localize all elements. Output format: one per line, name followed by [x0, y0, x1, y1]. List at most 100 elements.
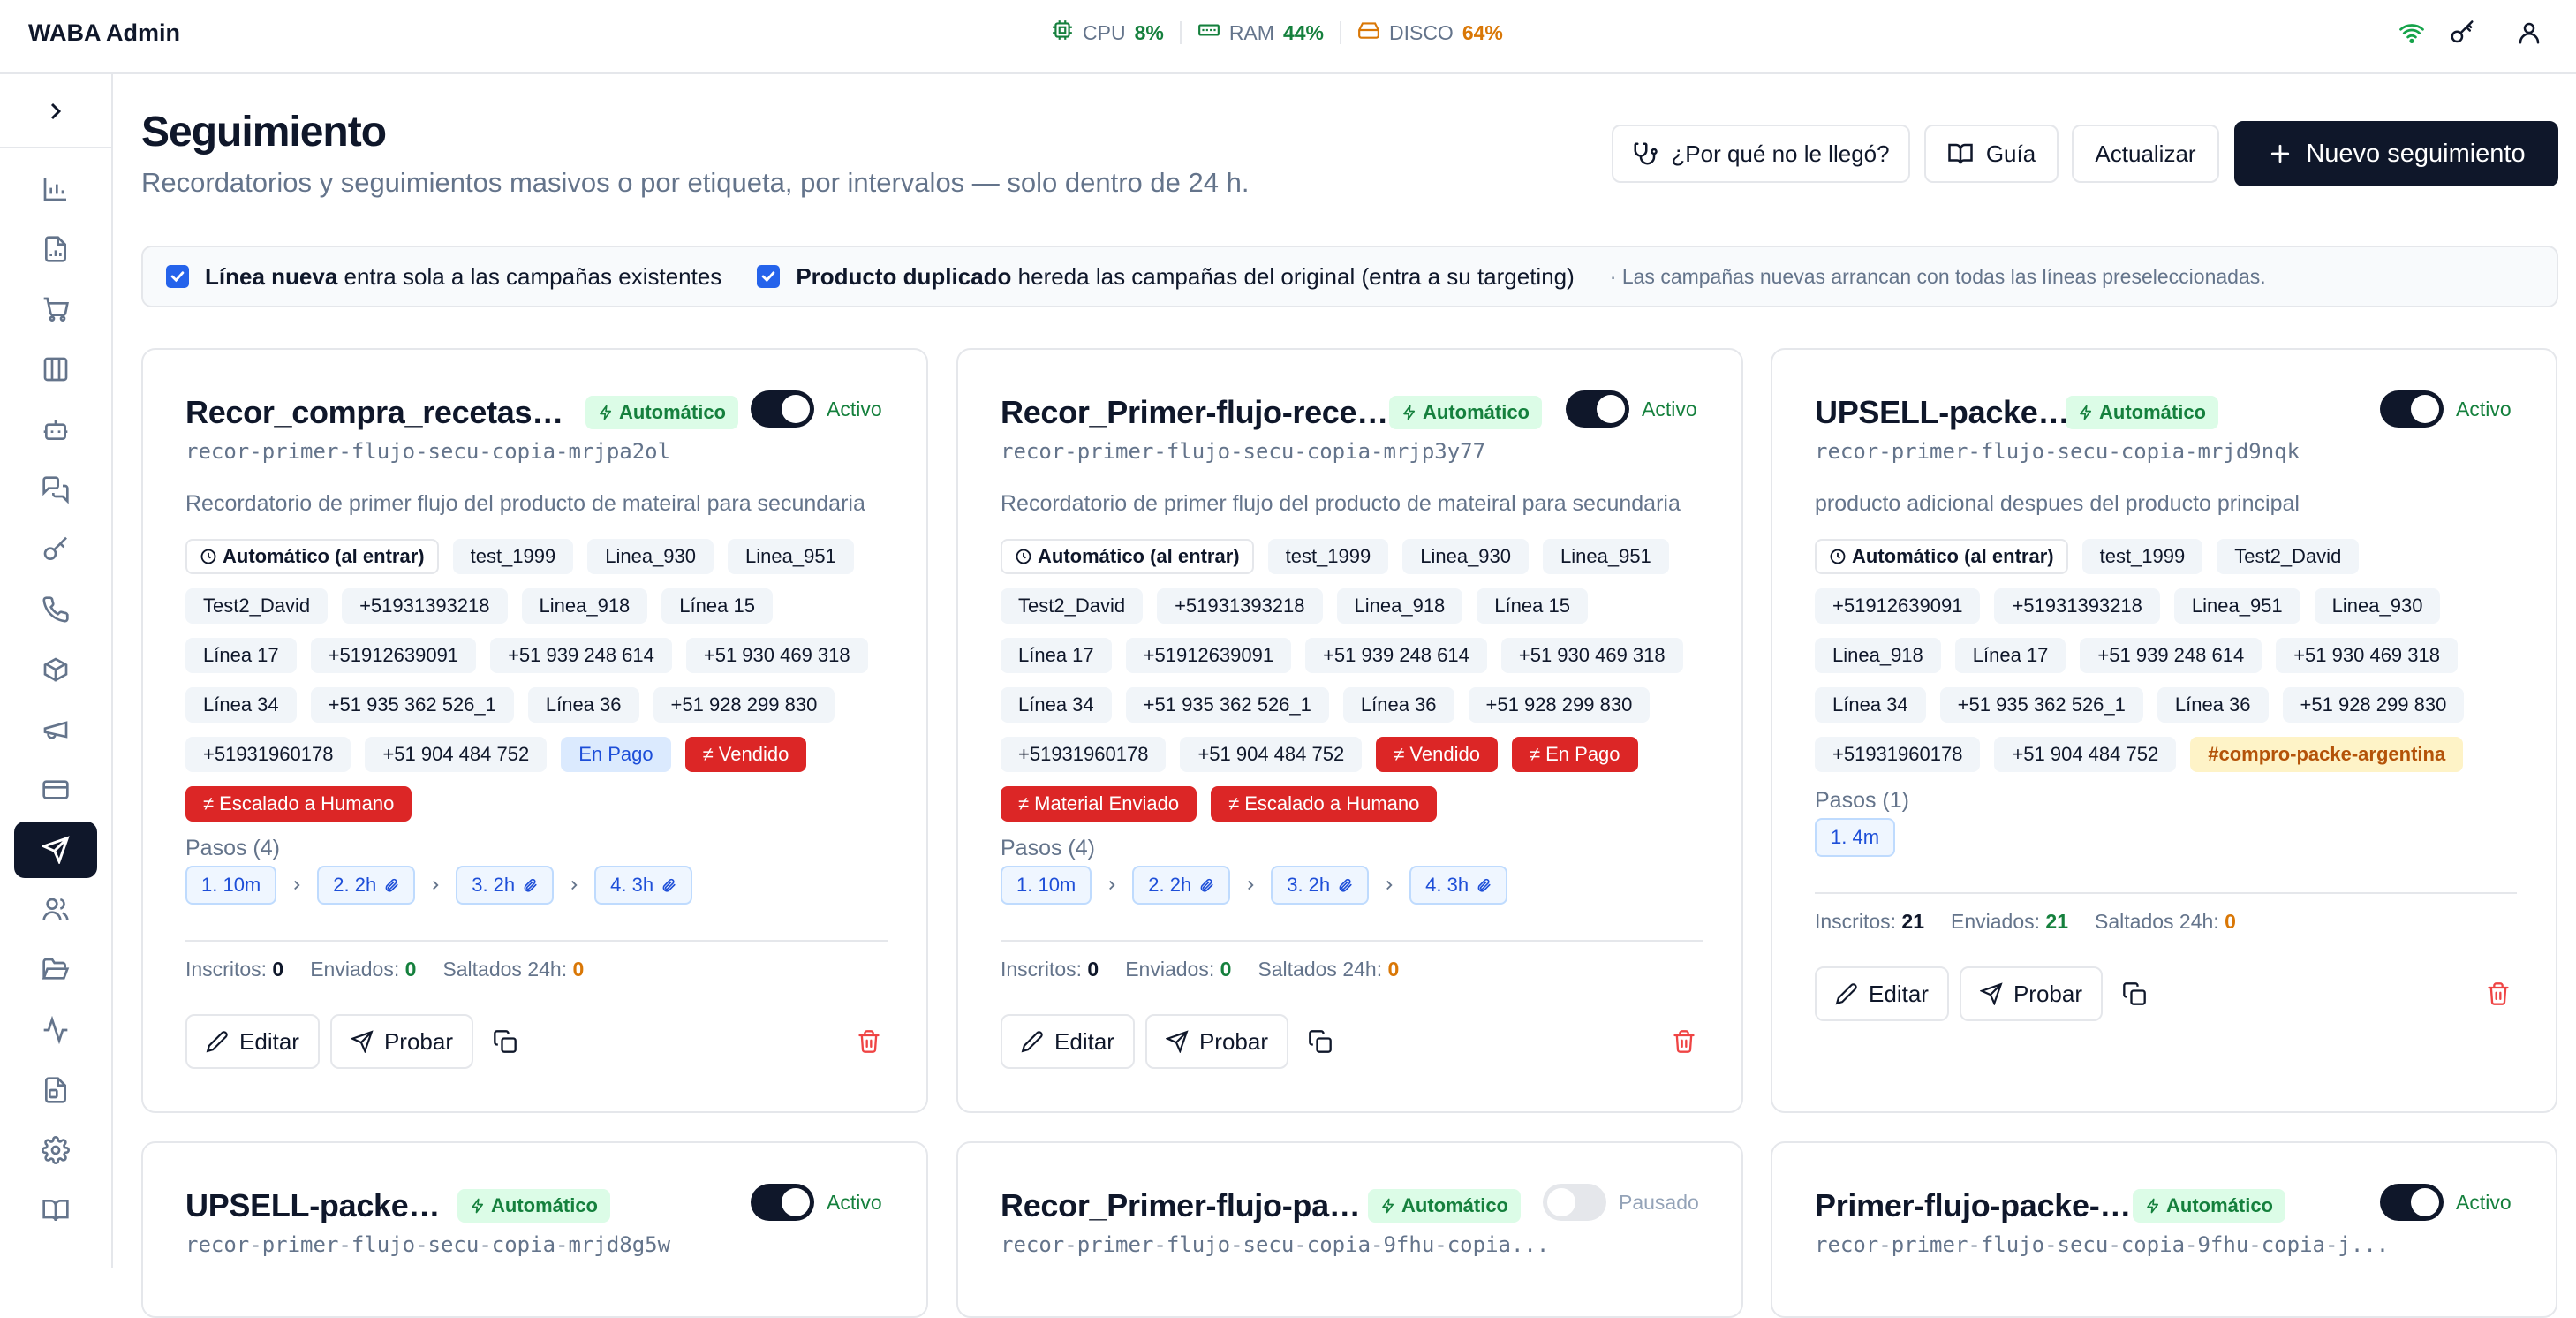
- tag-list: Automático (al entrar) test_1999 Linea_930…: [1001, 539, 1703, 822]
- active-toggle[interactable]: [2380, 390, 2444, 428]
- followup-description: Recordatorio de primer flujo del product…: [1001, 491, 1681, 516]
- new-line-option[interactable]: Línea nueva entra sola a las campañas ex…: [166, 263, 721, 291]
- target-tag: Linea_918: [1815, 638, 1941, 673]
- ram-stat: RAM 44%: [1197, 19, 1324, 47]
- key-icon[interactable]: [2445, 16, 2479, 49]
- chevron-right-icon: [1381, 877, 1397, 893]
- edit-button[interactable]: Editar: [1815, 966, 1949, 1021]
- sidebar-item-contacts[interactable]: [14, 882, 97, 938]
- step-chip[interactable]: 3. 2h: [456, 866, 555, 905]
- status-label: Activo: [2456, 1191, 2512, 1214]
- new-followup-button[interactable]: Nuevo seguimiento: [2234, 121, 2558, 186]
- target-tag: +51 930 469 318: [685, 638, 868, 673]
- status-label: Pausado: [1619, 1191, 1699, 1214]
- test-button[interactable]: Probar: [1145, 1014, 1288, 1069]
- followup-metrics: Inscritos: 21 Enviados: 21 Saltados 24h: 0: [1815, 910, 2236, 934]
- sidebar-item-payments[interactable]: [14, 761, 97, 818]
- plus-icon: [2267, 140, 2293, 167]
- user-icon[interactable]: [2512, 16, 2546, 49]
- sidebar-item-settings[interactable]: [14, 1122, 97, 1178]
- automatic-badge: Automático: [585, 396, 738, 429]
- sidebar-item-products[interactable]: [14, 641, 97, 698]
- disk-label: DISCO: [1388, 20, 1454, 44]
- sidebar-item-bot[interactable]: [14, 401, 97, 458]
- target-tag: #compro-packe-argentina: [2190, 737, 2464, 772]
- followup-title[interactable]: Recor_Primer-flujo-recet...: [1001, 394, 1389, 431]
- bolt-icon: [1401, 405, 1417, 420]
- active-toggle[interactable]: [1543, 1184, 1606, 1221]
- sidebar-item-files[interactable]: [14, 942, 97, 998]
- target-tag: +51 930 469 318: [1500, 638, 1683, 673]
- copy-icon[interactable]: [487, 1024, 523, 1059]
- duplicate-product-option[interactable]: Producto duplicado hereda las campañas d…: [757, 263, 1575, 291]
- trash-icon[interactable]: [851, 1024, 887, 1059]
- test-button[interactable]: Probar: [1960, 966, 2103, 1021]
- sidebar-item-activity[interactable]: [14, 1002, 97, 1058]
- target-tag: +51 930 469 318: [2276, 638, 2458, 673]
- target-tag: +51 939 248 614: [1305, 638, 1487, 673]
- step-chip[interactable]: 1. 10m: [1001, 866, 1092, 905]
- campaign-options-bar: Línea nueva entra sola a las campañas ex…: [141, 246, 2558, 307]
- followup-card: Recor_Primer-flujo-recet... Automático Act…: [956, 348, 1743, 1113]
- sidebar-item-stats[interactable]: [14, 161, 97, 217]
- sidebar-item-cart[interactable]: [14, 281, 97, 337]
- step-chip[interactable]: 4. 3h: [1409, 866, 1508, 905]
- sidebar-item-campaigns[interactable]: [14, 701, 97, 758]
- followup-title[interactable]: UPSELL-packe-ecu: [185, 1187, 450, 1224]
- trash-icon[interactable]: [2481, 976, 2516, 1011]
- trash-icon[interactable]: [1666, 1024, 1702, 1059]
- target-tag: +51 928 299 830: [653, 687, 835, 723]
- sidebar-item-keys[interactable]: [14, 521, 97, 578]
- sidebar-expand-button[interactable]: [14, 83, 97, 140]
- sidebar: [0, 74, 113, 1268]
- copy-icon[interactable]: [2117, 976, 2152, 1011]
- followup-title[interactable]: Primer-flujo-packe-arg: [1815, 1187, 2133, 1224]
- send-icon: [1979, 982, 2003, 1005]
- step-chip[interactable]: 1. 4m: [1815, 818, 1896, 857]
- sidebar-item-calls[interactable]: [14, 581, 97, 638]
- step-chip[interactable]: 1. 10m: [185, 866, 277, 905]
- followup-title[interactable]: Recor_Primer-flujo-pac...: [1001, 1187, 1371, 1224]
- trigger-tag: Automático (al entrar): [185, 539, 439, 574]
- divider: [1815, 892, 2517, 894]
- divider: [185, 940, 888, 942]
- target-tag: test_1999: [2081, 539, 2203, 574]
- target-tag: Test2_David: [2217, 539, 2360, 574]
- copy-icon[interactable]: [1303, 1024, 1338, 1059]
- step-chip[interactable]: 3. 2h: [1271, 866, 1370, 905]
- sidebar-item-templates[interactable]: [14, 1062, 97, 1118]
- bolt-icon: [598, 405, 614, 420]
- target-tag: Línea 17: [1001, 638, 1112, 673]
- sidebar-item-docs[interactable]: [14, 1182, 97, 1238]
- target-tag: Línea 36: [2157, 687, 2269, 723]
- paperclip-icon: [383, 877, 399, 893]
- sidebar-item-followups[interactable]: [14, 822, 97, 878]
- step-chip[interactable]: 2. 2h: [1132, 866, 1231, 905]
- send-icon: [1165, 1030, 1189, 1053]
- step-chip[interactable]: 4. 3h: [594, 866, 693, 905]
- tag-list: Automático (al entrar) test_1999 Linea_930…: [185, 539, 888, 822]
- active-toggle[interactable]: [751, 1184, 814, 1221]
- automatic-badge: Automático: [2133, 1189, 2285, 1223]
- sidebar-item-reports[interactable]: [14, 221, 97, 277]
- step-chip[interactable]: 2. 2h: [317, 866, 416, 905]
- why-not-delivered-button[interactable]: ¿Por qué no le llegó?: [1612, 125, 1910, 183]
- target-tag: Linea_951: [728, 539, 854, 574]
- edit-button[interactable]: Editar: [185, 1014, 320, 1069]
- test-button[interactable]: Probar: [330, 1014, 473, 1069]
- guide-button[interactable]: Guía: [1924, 125, 2059, 183]
- followup-title[interactable]: UPSELL-packe-arg: [1815, 394, 2080, 431]
- new-line-checkbox[interactable]: [166, 265, 189, 288]
- active-toggle[interactable]: [1566, 390, 1629, 428]
- target-tag: Linea_951: [1543, 539, 1669, 574]
- pencil-icon: [206, 1030, 229, 1053]
- active-toggle[interactable]: [751, 390, 814, 428]
- duplicate-product-checkbox[interactable]: [757, 265, 781, 288]
- followup-title[interactable]: Recor_compra_recetasb-...: [185, 394, 574, 431]
- sidebar-item-board[interactable]: [14, 341, 97, 398]
- refresh-button[interactable]: Actualizar: [2072, 125, 2219, 183]
- edit-button[interactable]: Editar: [1001, 1014, 1135, 1069]
- sidebar-item-chats[interactable]: [14, 461, 97, 518]
- steps-label: Pasos (4): [1001, 836, 1095, 860]
- active-toggle[interactable]: [2380, 1184, 2444, 1221]
